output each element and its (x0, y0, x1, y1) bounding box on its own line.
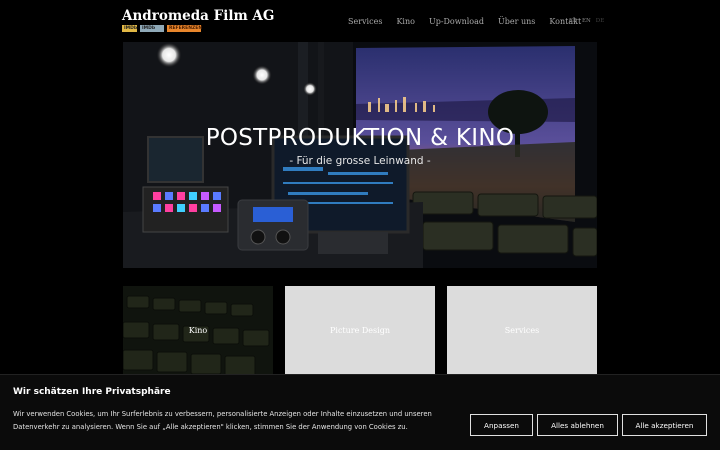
cookie-accept-all-button[interactable]: Alle akzeptieren (622, 414, 707, 436)
nav-item-services[interactable]: Services (348, 17, 382, 26)
lang-en[interactable]: EN (582, 18, 591, 24)
site-logo[interactable]: Andromeda Film AG (122, 8, 274, 24)
cookie-heading: Wir schätzen Ihre Privatsphäre (13, 387, 171, 397)
cookie-text: Wir verwenden Cookies, um Ihr Surferlebn… (13, 410, 432, 431)
nav-item-ueber-uns[interactable]: Über uns (498, 17, 535, 26)
hero-subtitle: - Für die grosse Leinwand - (289, 155, 431, 167)
cookie-customize-button[interactable]: Anpassen (470, 414, 533, 436)
cookie-reject-all-button[interactable]: Alles ablehnen (537, 414, 618, 436)
imdb-pro-badge[interactable]: IMDb (140, 25, 164, 32)
tile-label-services: Services (504, 325, 540, 335)
lang-fr[interactable]: FR (569, 18, 577, 24)
lang-de[interactable]: DE (596, 18, 604, 24)
nav-item-kino[interactable]: Kino (396, 17, 415, 26)
cookie-banner: Wir schätzen Ihre Privatsphäre Wir verwe… (0, 374, 720, 450)
imdb-badge[interactable]: IMDb (122, 25, 137, 32)
nav-item-up-download[interactable]: Up-Download (429, 17, 484, 26)
language-switcher: FR EN DE (569, 18, 604, 24)
hero-banner: POSTPRODUKTION & KINO - Für die grosse L… (123, 42, 597, 268)
tile-kino[interactable]: Kino (123, 286, 273, 374)
tile-label-picture-design: Picture Design (330, 325, 390, 335)
tile-label-kino: Kino (188, 325, 208, 335)
tile-picture-design[interactable]: Picture Design (285, 286, 435, 374)
references-badge[interactable]: REFERENZEN (167, 25, 202, 32)
tile-services[interactable]: Services (447, 286, 597, 374)
badge-row: IMDb IMDb REFERENZEN (122, 25, 202, 32)
hero-title: POSTPRODUKTION & KINO (205, 125, 515, 151)
main-nav: Services Kino Up-Download Über uns Konta… (348, 17, 595, 26)
